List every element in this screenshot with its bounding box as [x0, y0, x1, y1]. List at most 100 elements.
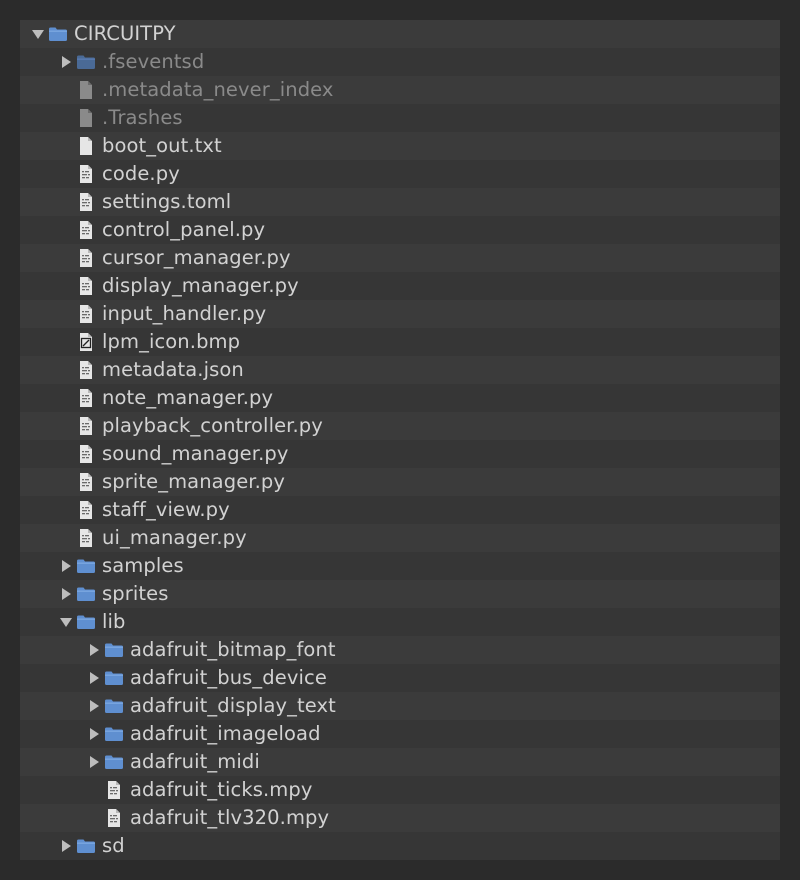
tree-row-ui-manager-py[interactable]: ui_manager.py [20, 524, 780, 552]
tree-item-label: lpm_icon.bmp [102, 330, 241, 353]
tree-item-label: sprites [102, 582, 169, 605]
tree-row-adafruit-tlv320-mpy[interactable]: adafruit_tlv320.mpy [20, 804, 780, 832]
tree-item-label: code.py [102, 162, 180, 185]
chevron-right-icon[interactable] [56, 48, 76, 76]
folder-icon [104, 636, 124, 664]
tree-row-input-handler-py[interactable]: input_handler.py [20, 300, 780, 328]
tree-row-adafruit-imageload[interactable]: adafruit_imageload [20, 720, 780, 748]
tree-row-playback-controller-py[interactable]: playback_controller.py [20, 412, 780, 440]
tree-item-label: input_handler.py [102, 302, 267, 325]
tree-item-label: cursor_manager.py [102, 246, 291, 269]
chevron-down-icon[interactable] [56, 608, 76, 636]
chevron-right-icon[interactable] [56, 552, 76, 580]
code-file-icon [76, 524, 96, 552]
tree-row-code-py[interactable]: code.py [20, 160, 780, 188]
folder-icon [76, 48, 96, 76]
tree-row-boot-out-txt[interactable]: boot_out.txt [20, 132, 780, 160]
tree-item-label: control_panel.py [102, 218, 266, 241]
tree-row-metadata-never-index[interactable]: .metadata_never_index [20, 76, 780, 104]
code-file-icon [76, 384, 96, 412]
chevron-right-icon[interactable] [84, 720, 104, 748]
folder-icon [104, 720, 124, 748]
chevron-right-icon[interactable] [56, 832, 76, 860]
tree-item-label: sd [102, 834, 125, 857]
file-icon [76, 132, 96, 160]
folder-icon [104, 692, 124, 720]
tree-row-display-manager-py[interactable]: display_manager.py [20, 272, 780, 300]
chevron-right-icon[interactable] [84, 748, 104, 776]
tree-row-metadata-json[interactable]: metadata.json [20, 356, 780, 384]
chevron-right-icon[interactable] [56, 580, 76, 608]
tree-item-label: staff_view.py [102, 498, 230, 521]
tree-row-adafruit-bitmap-font[interactable]: adafruit_bitmap_font [20, 636, 780, 664]
tree-row-control-panel-py[interactable]: control_panel.py [20, 216, 780, 244]
tree-row-lib[interactable]: lib [20, 608, 780, 636]
tree-item-label: ui_manager.py [102, 526, 247, 549]
tree-item-label: adafruit_imageload [130, 722, 321, 745]
tree-row-samples[interactable]: samples [20, 552, 780, 580]
tree-row-fseventsd[interactable]: .fseventsd [20, 48, 780, 76]
tree-row-adafruit-midi[interactable]: adafruit_midi [20, 748, 780, 776]
tree-row-adafruit-bus-device[interactable]: adafruit_bus_device [20, 664, 780, 692]
tree-item-label: lib [102, 610, 126, 633]
code-file-icon [76, 244, 96, 272]
tree-item-label: sound_manager.py [102, 442, 289, 465]
chevron-down-icon[interactable] [28, 20, 48, 48]
tree-item-label: adafruit_tlv320.mpy [130, 806, 330, 829]
code-file-icon [76, 188, 96, 216]
tree-row-trashes[interactable]: .Trashes [20, 104, 780, 132]
tree-item-label: .fseventsd [102, 50, 205, 73]
tree-item-label: adafruit_midi [130, 750, 260, 773]
tree-row-sprites[interactable]: sprites [20, 580, 780, 608]
code-file-icon [104, 804, 124, 832]
code-file-icon [76, 300, 96, 328]
tree-item-label: boot_out.txt [102, 134, 222, 157]
tree-row-sprite-manager-py[interactable]: sprite_manager.py [20, 468, 780, 496]
chevron-right-icon[interactable] [84, 692, 104, 720]
tree-row-adafruit-display-text[interactable]: adafruit_display_text [20, 692, 780, 720]
chevron-right-icon[interactable] [84, 664, 104, 692]
tree-row-staff-view-py[interactable]: staff_view.py [20, 496, 780, 524]
tree-item-label: sprite_manager.py [102, 470, 286, 493]
image-file-icon [76, 328, 96, 356]
tree-item-label: playback_controller.py [102, 414, 323, 437]
code-file-icon [104, 776, 124, 804]
tree-row-circuitpy[interactable]: CIRCUITPY [20, 20, 780, 48]
tree-item-label: adafruit_ticks.mpy [130, 778, 313, 801]
tree-row-sd[interactable]: sd [20, 832, 780, 860]
code-file-icon [76, 160, 96, 188]
code-file-icon [76, 216, 96, 244]
tree-row-adafruit-ticks-mpy[interactable]: adafruit_ticks.mpy [20, 776, 780, 804]
tree-row-cursor-manager-py[interactable]: cursor_manager.py [20, 244, 780, 272]
tree-item-label: CIRCUITPY [74, 22, 176, 45]
tree-item-label: samples [102, 554, 184, 577]
code-file-icon [76, 356, 96, 384]
code-file-icon [76, 412, 96, 440]
tree-row-sound-manager-py[interactable]: sound_manager.py [20, 440, 780, 468]
tree-item-label: metadata.json [102, 358, 244, 381]
tree-item-label: display_manager.py [102, 274, 299, 297]
chevron-right-icon[interactable] [84, 636, 104, 664]
tree-row-note-manager-py[interactable]: note_manager.py [20, 384, 780, 412]
file-icon [76, 104, 96, 132]
tree-row-lpm-icon-bmp[interactable]: lpm_icon.bmp [20, 328, 780, 356]
tree-row-settings-toml[interactable]: settings.toml [20, 188, 780, 216]
folder-icon [48, 20, 68, 48]
code-file-icon [76, 468, 96, 496]
tree-item-label: adafruit_bus_device [130, 666, 327, 689]
